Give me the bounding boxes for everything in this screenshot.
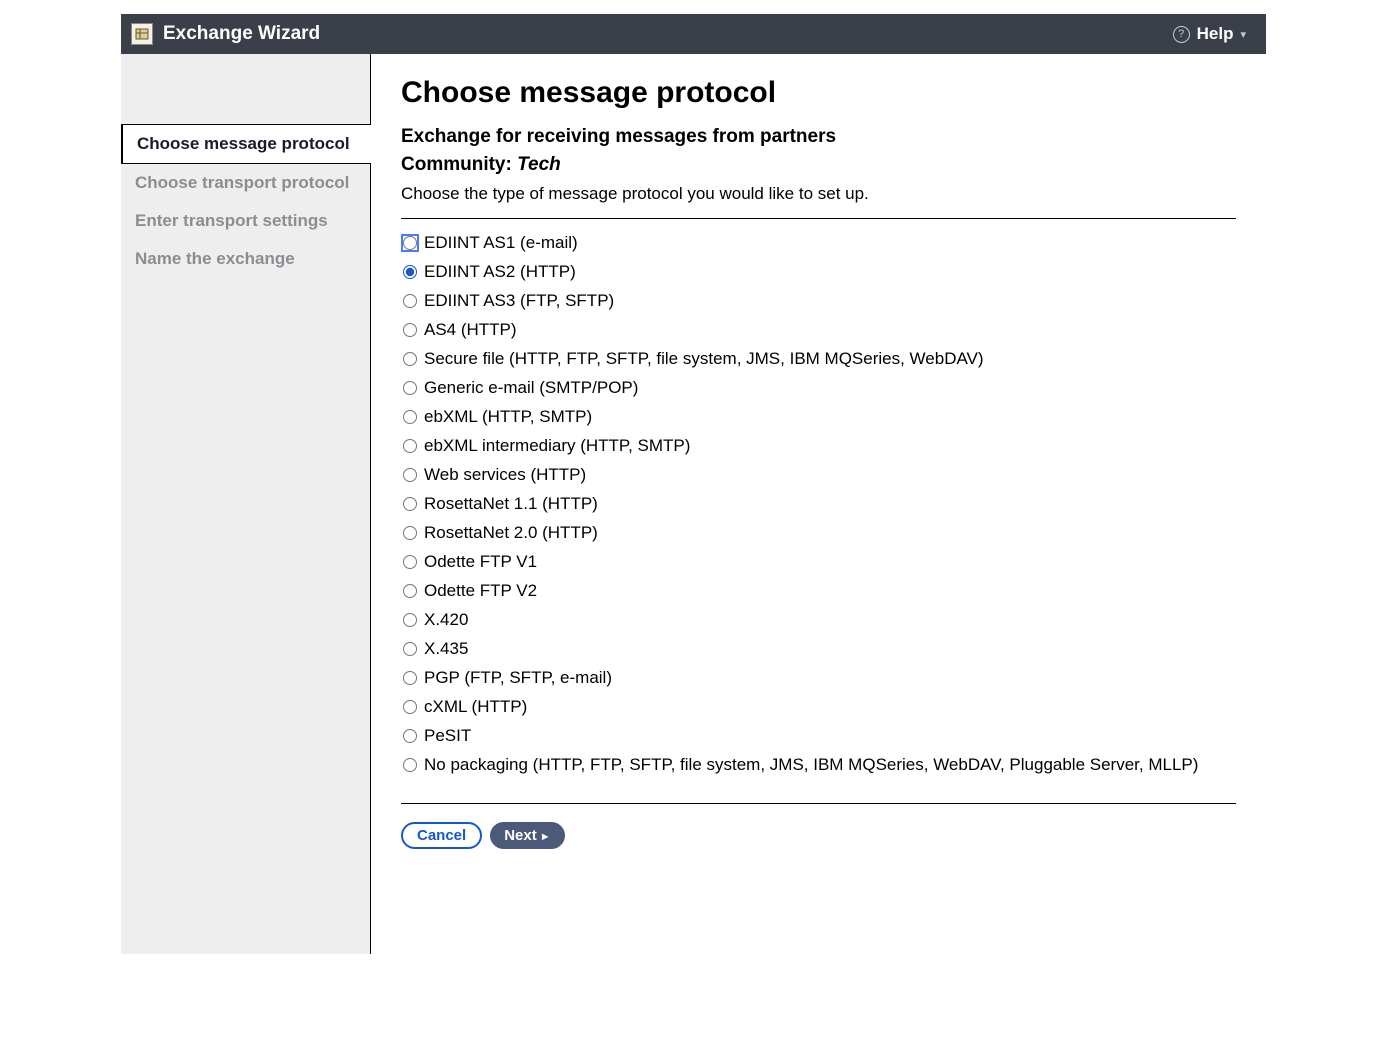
protocol-label[interactable]: RosettaNet 2.0 (HTTP) — [424, 523, 598, 543]
protocol-option: AS4 (HTTP) — [403, 320, 1236, 340]
protocol-radio[interactable] — [403, 700, 417, 714]
protocol-label[interactable]: Odette FTP V2 — [424, 581, 537, 601]
protocol-option: EDIINT AS1 (e-mail) — [403, 233, 1236, 253]
next-label: Next — [504, 827, 537, 844]
protocol-radio[interactable] — [403, 497, 417, 511]
protocol-option: cXML (HTTP) — [403, 697, 1236, 717]
protocol-option: RosettaNet 1.1 (HTTP) — [403, 494, 1236, 514]
protocol-radio[interactable] — [403, 381, 417, 395]
protocol-label[interactable]: PGP (FTP, SFTP, e-mail) — [424, 668, 612, 688]
protocol-label[interactable]: PeSIT — [424, 726, 471, 746]
protocol-radio[interactable] — [403, 729, 417, 743]
protocol-option: RosettaNet 2.0 (HTTP) — [403, 523, 1236, 543]
help-icon: ? — [1173, 26, 1190, 43]
app-title: Exchange Wizard — [163, 23, 320, 45]
protocol-radio[interactable] — [403, 468, 417, 482]
protocol-radio[interactable] — [403, 439, 417, 453]
page-description: Choose the type of message protocol you … — [401, 184, 1236, 204]
cancel-button[interactable]: Cancel — [401, 822, 482, 849]
protocol-option: EDIINT AS3 (FTP, SFTP) — [403, 291, 1236, 311]
protocol-option: PGP (FTP, SFTP, e-mail) — [403, 668, 1236, 688]
main-content: Choose message protocol Exchange for rec… — [371, 54, 1266, 954]
protocol-radio[interactable] — [403, 265, 417, 279]
protocol-label[interactable]: Generic e-mail (SMTP/POP) — [424, 378, 638, 398]
protocol-option: ebXML (HTTP, SMTP) — [403, 407, 1236, 427]
protocol-radio[interactable] — [403, 671, 417, 685]
protocol-option: Web services (HTTP) — [403, 465, 1236, 485]
protocol-radio[interactable] — [403, 526, 417, 540]
protocol-radio[interactable] — [403, 758, 417, 772]
protocol-label[interactable]: X.435 — [424, 639, 468, 659]
protocol-label[interactable]: EDIINT AS2 (HTTP) — [424, 262, 576, 282]
protocol-radio[interactable] — [403, 410, 417, 424]
protocol-radio[interactable] — [403, 555, 417, 569]
app-header: Exchange Wizard ? Help ▾ — [121, 14, 1266, 54]
protocol-option: ebXML intermediary (HTTP, SMTP) — [403, 436, 1236, 456]
help-menu[interactable]: ? Help ▾ — [1173, 24, 1246, 44]
protocol-radio[interactable] — [403, 613, 417, 627]
community-line: Community: Tech — [401, 154, 1236, 176]
protocol-options: EDIINT AS1 (e-mail) EDIINT AS2 (HTTP) EDII… — [403, 233, 1236, 775]
page-subtitle: Exchange for receiving messages from par… — [401, 126, 1236, 148]
community-name: Tech — [517, 154, 561, 175]
protocol-label[interactable]: ebXML (HTTP, SMTP) — [424, 407, 592, 427]
wizard-step[interactable]: Enter transport settings — [121, 202, 370, 240]
chevron-down-icon: ▾ — [1240, 28, 1246, 41]
protocol-label[interactable]: EDIINT AS3 (FTP, SFTP) — [424, 291, 614, 311]
protocol-label[interactable]: Odette FTP V1 — [424, 552, 537, 572]
wizard-step[interactable]: Choose message protocol — [121, 124, 371, 164]
protocol-label[interactable]: X.420 — [424, 610, 468, 630]
wizard-sidebar: Choose message protocolChoose transport … — [121, 54, 371, 954]
protocol-radio[interactable] — [403, 294, 417, 308]
help-label: Help — [1197, 24, 1234, 44]
protocol-label[interactable]: ebXML intermediary (HTTP, SMTP) — [424, 436, 690, 456]
protocol-radio[interactable] — [403, 584, 417, 598]
protocol-option: Odette FTP V2 — [403, 581, 1236, 601]
divider — [401, 218, 1236, 219]
protocol-option: EDIINT AS2 (HTTP) — [403, 262, 1236, 282]
protocol-label[interactable]: AS4 (HTTP) — [424, 320, 517, 340]
wizard-step[interactable]: Choose transport protocol — [121, 164, 370, 202]
protocol-label[interactable]: EDIINT AS1 (e-mail) — [424, 233, 578, 253]
protocol-label[interactable]: Web services (HTTP) — [424, 465, 586, 485]
protocol-radio[interactable] — [403, 236, 417, 250]
protocol-radio[interactable] — [403, 323, 417, 337]
protocol-radio[interactable] — [403, 352, 417, 366]
protocol-label[interactable]: cXML (HTTP) — [424, 697, 527, 717]
arrow-right-icon: ► — [540, 831, 551, 843]
protocol-label[interactable]: RosettaNet 1.1 (HTTP) — [424, 494, 598, 514]
next-button[interactable]: Next► — [490, 822, 564, 849]
protocol-radio[interactable] — [403, 642, 417, 656]
divider — [401, 803, 1236, 804]
wizard-icon — [131, 23, 153, 45]
protocol-option: Secure file (HTTP, FTP, SFTP, file syste… — [403, 349, 1236, 369]
protocol-option: X.435 — [403, 639, 1236, 659]
community-label: Community: — [401, 154, 512, 175]
protocol-option: No packaging (HTTP, FTP, SFTP, file syst… — [403, 755, 1236, 775]
page-title: Choose message protocol — [401, 76, 1236, 110]
protocol-option: X.420 — [403, 610, 1236, 630]
protocol-option: Generic e-mail (SMTP/POP) — [403, 378, 1236, 398]
wizard-step[interactable]: Name the exchange — [121, 240, 370, 278]
protocol-label[interactable]: Secure file (HTTP, FTP, SFTP, file syste… — [424, 349, 984, 369]
protocol-option: Odette FTP V1 — [403, 552, 1236, 572]
protocol-option: PeSIT — [403, 726, 1236, 746]
protocol-label[interactable]: No packaging (HTTP, FTP, SFTP, file syst… — [424, 755, 1198, 775]
